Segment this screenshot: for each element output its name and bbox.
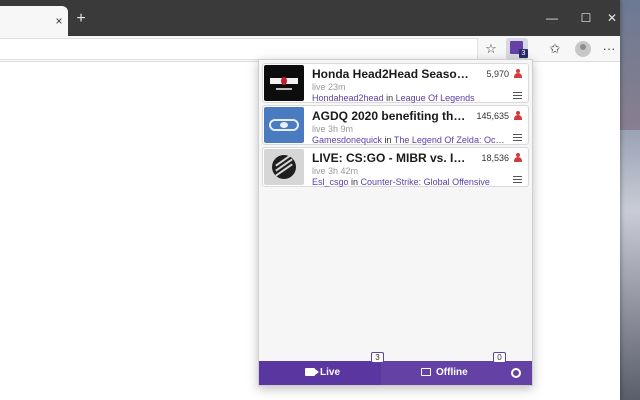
viewer-count: 18,536 (481, 153, 509, 163)
live-count-badge: 3 (371, 352, 384, 363)
twitch-live-popup: Honda Head2Head Season 2 E... 5,970 live… (258, 59, 533, 386)
twitch-extension-button[interactable]: 3 (506, 38, 528, 60)
esl-logo-icon (264, 149, 304, 185)
address-bar[interactable] (0, 38, 478, 60)
tab-live-label: Live (320, 367, 341, 378)
head2head-logo-icon (264, 65, 304, 101)
stream-title[interactable]: Honda Head2Head Season 2 E... (312, 67, 472, 81)
game-link[interactable]: Counter-Strike: Global Offensive (361, 177, 490, 187)
in-word: in (348, 177, 361, 187)
tab-strip: × + — ☐ ✕ (0, 0, 620, 36)
video-camera-icon (305, 368, 319, 376)
in-word: in (383, 93, 396, 103)
maximize-button[interactable]: ☐ (570, 0, 602, 36)
popup-footer: Live Offline 3 0 (259, 352, 532, 385)
channel-link[interactable]: Hondahead2head (312, 93, 384, 103)
stream-card[interactable]: LIVE: CS:GO - MIBR vs. INTZ -... 18,536 … (262, 147, 529, 187)
channel-link[interactable]: Esl_csgo (312, 177, 349, 187)
minimize-button[interactable]: — (536, 0, 568, 36)
game-link[interactable]: The Legend Of Zelda: Ocarina ... (394, 135, 508, 145)
stream-card[interactable]: Honda Head2Head Season 2 E... 5,970 live… (262, 63, 529, 103)
close-window-button[interactable]: ✕ (604, 0, 620, 36)
tab-offline[interactable]: Offline (381, 361, 503, 385)
stream-title[interactable]: AGDQ 2020 benefiting the Pr... (312, 109, 472, 123)
viewer-count: 5,970 (486, 69, 509, 79)
settings-gear-icon[interactable] (511, 368, 521, 378)
viewer-person-icon (514, 69, 522, 78)
viewer-person-icon (514, 153, 522, 162)
game-link[interactable]: League Of Legends (396, 93, 475, 103)
collections-icon[interactable]: ✩ (545, 39, 565, 59)
chat-bubble-icon (421, 368, 431, 376)
desktop-wallpaper (620, 130, 640, 400)
browser-tab[interactable]: × (0, 6, 68, 36)
sliders-icon[interactable] (513, 175, 522, 184)
in-word: in (382, 135, 394, 145)
stream-uptime: live 23m (312, 82, 346, 92)
sliders-icon[interactable] (513, 133, 522, 142)
extension-badge: 3 (519, 49, 528, 58)
stream-uptime: live 3h 9m (312, 124, 354, 134)
channel-line: Esl_csgo in Counter-Strike: Global Offen… (312, 177, 508, 187)
close-tab-icon[interactable]: × (54, 15, 64, 27)
stream-title[interactable]: LIVE: CS:GO - MIBR vs. INTZ -... (312, 151, 472, 165)
channel-line: Gamesdonequick in The Legend Of Zelda: O… (312, 135, 508, 145)
new-tab-button[interactable]: + (74, 11, 88, 27)
tab-live[interactable]: Live (259, 361, 381, 385)
more-menu-icon[interactable]: ··· (599, 39, 619, 59)
gdq-logo-icon (264, 107, 304, 143)
favorite-star-icon[interactable]: ☆ (481, 39, 501, 59)
offline-count-badge: 0 (493, 352, 506, 363)
channel-line: Hondahead2head in League Of Legends (312, 93, 508, 103)
viewer-person-icon (514, 111, 522, 120)
stream-uptime: live 3h 42m (312, 166, 359, 176)
sliders-icon[interactable] (513, 91, 522, 100)
stream-card[interactable]: AGDQ 2020 benefiting the Pr... 145,635 l… (262, 105, 529, 145)
profile-avatar[interactable] (575, 41, 591, 57)
channel-link[interactable]: Gamesdonequick (312, 135, 382, 145)
viewer-count: 145,635 (476, 111, 509, 121)
tab-offline-label: Offline (436, 367, 468, 378)
